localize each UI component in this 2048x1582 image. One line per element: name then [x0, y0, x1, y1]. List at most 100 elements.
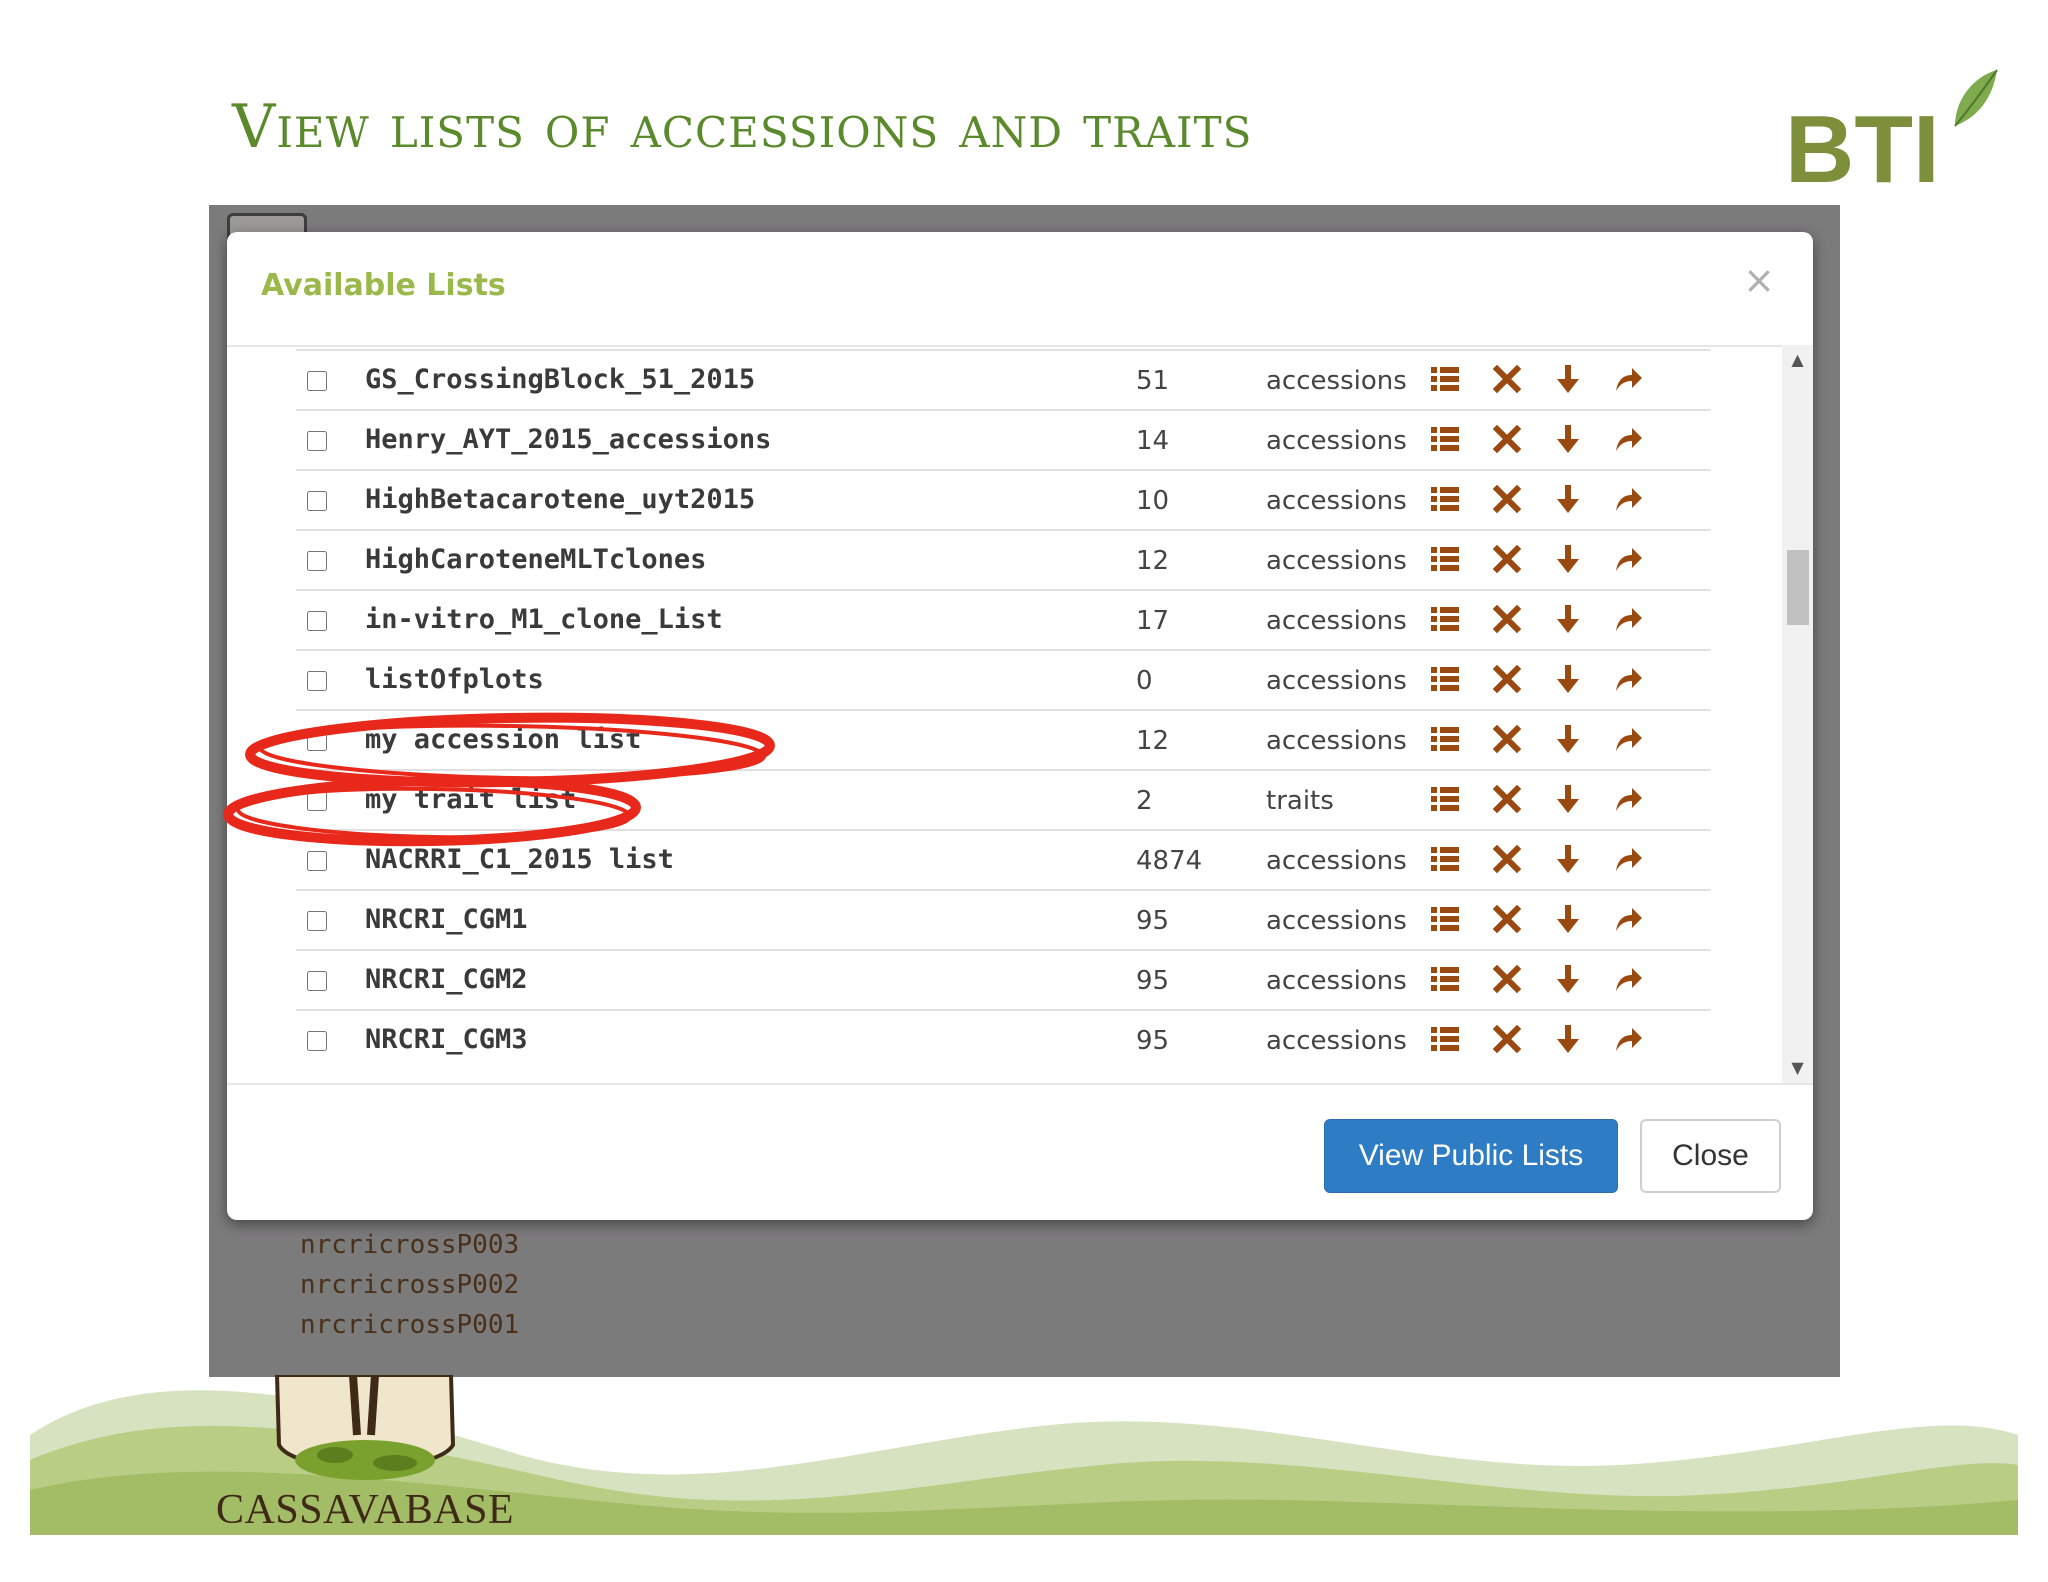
row-checkbox[interactable] — [307, 731, 327, 751]
list-icon[interactable] — [1429, 903, 1461, 935]
download-icon[interactable] — [1552, 483, 1584, 515]
delete-icon[interactable] — [1491, 603, 1523, 635]
delete-icon[interactable] — [1491, 723, 1523, 755]
row-checkbox[interactable] — [307, 671, 327, 691]
download-icon[interactable] — [1552, 783, 1584, 815]
list-name[interactable]: NRCRI_CGM1 — [365, 904, 528, 935]
list-row[interactable]: NRCRI_CGM3 95 accessions — [296, 1009, 1711, 1069]
list-name[interactable]: my accession list — [365, 724, 641, 755]
delete-icon[interactable] — [1491, 483, 1523, 515]
list-icon[interactable] — [1429, 663, 1461, 695]
list-row[interactable]: my trait list 2 traits — [296, 769, 1711, 829]
list-type: accessions — [1266, 486, 1407, 516]
delete-icon[interactable] — [1491, 843, 1523, 875]
row-checkbox[interactable] — [307, 551, 327, 571]
share-icon[interactable] — [1612, 1023, 1644, 1055]
delete-icon[interactable] — [1491, 363, 1523, 395]
list-icon[interactable] — [1429, 783, 1461, 815]
background-item: nrcricrossP002 — [300, 1270, 520, 1300]
row-checkbox[interactable] — [307, 431, 327, 451]
list-type: accessions — [1266, 366, 1407, 396]
download-icon[interactable] — [1552, 843, 1584, 875]
list-icon[interactable] — [1429, 843, 1461, 875]
list-name[interactable]: GS_CrossingBlock_51_2015 — [365, 364, 755, 395]
list-row[interactable]: Henry_AYT_2015_accessions 14 accessions — [296, 409, 1711, 469]
row-checkbox[interactable] — [307, 851, 327, 871]
background-item: nrcricrossP003 — [300, 1230, 520, 1260]
list-icon[interactable] — [1429, 963, 1461, 995]
list-type: accessions — [1266, 906, 1407, 936]
delete-icon[interactable] — [1491, 663, 1523, 695]
download-icon[interactable] — [1552, 723, 1584, 755]
close-icon[interactable]: × — [1743, 258, 1775, 302]
delete-icon[interactable] — [1491, 903, 1523, 935]
list-type: accessions — [1266, 966, 1407, 996]
row-checkbox[interactable] — [307, 1031, 327, 1051]
delete-icon[interactable] — [1491, 1023, 1523, 1055]
list-name[interactable]: HighCaroteneMLTclones — [365, 544, 706, 575]
scrollbar[interactable]: ▲ ▼ — [1782, 345, 1813, 1083]
share-icon[interactable] — [1612, 843, 1644, 875]
modal-footer: View Public Lists Close — [227, 1083, 1813, 1220]
download-icon[interactable] — [1552, 663, 1584, 695]
share-icon[interactable] — [1612, 783, 1644, 815]
list-icon[interactable] — [1429, 363, 1461, 395]
share-icon[interactable] — [1612, 723, 1644, 755]
scroll-up-arrow-icon[interactable]: ▲ — [1782, 345, 1813, 375]
list-name[interactable]: NRCRI_CGM2 — [365, 964, 528, 995]
row-checkbox[interactable] — [307, 371, 327, 391]
share-icon[interactable] — [1612, 603, 1644, 635]
list-row[interactable]: HighCaroteneMLTclones 12 accessions — [296, 529, 1711, 589]
share-icon[interactable] — [1612, 543, 1644, 575]
list-row[interactable]: in-vitro_M1_clone_List 17 accessions — [296, 589, 1711, 649]
list-name[interactable]: in-vitro_M1_clone_List — [365, 604, 723, 635]
list-name[interactable]: my trait list — [365, 784, 576, 815]
list-icon[interactable] — [1429, 603, 1461, 635]
share-icon[interactable] — [1612, 423, 1644, 455]
list-name[interactable]: listOfplots — [365, 664, 544, 695]
row-checkbox[interactable] — [307, 611, 327, 631]
download-icon[interactable] — [1552, 603, 1584, 635]
list-count: 17 — [1136, 606, 1170, 636]
list-icon[interactable] — [1429, 543, 1461, 575]
list-row[interactable]: NRCRI_CGM2 95 accessions — [296, 949, 1711, 1009]
download-icon[interactable] — [1552, 963, 1584, 995]
scroll-thumb[interactable] — [1787, 550, 1809, 625]
delete-icon[interactable] — [1491, 783, 1523, 815]
list-name[interactable]: Henry_AYT_2015_accessions — [365, 424, 771, 455]
share-icon[interactable] — [1612, 663, 1644, 695]
list-icon[interactable] — [1429, 423, 1461, 455]
download-icon[interactable] — [1552, 903, 1584, 935]
list-name[interactable]: NACRRI_C1_2015 list — [365, 844, 674, 875]
list-row[interactable]: listOfplots 0 accessions — [296, 649, 1711, 709]
list-name[interactable]: NRCRI_CGM3 — [365, 1024, 528, 1055]
download-icon[interactable] — [1552, 423, 1584, 455]
download-icon[interactable] — [1552, 1023, 1584, 1055]
list-row[interactable]: my accession list 12 accessions — [296, 709, 1711, 769]
list-icon[interactable] — [1429, 723, 1461, 755]
list-row[interactable]: NACRRI_C1_2015 list 4874 accessions — [296, 829, 1711, 889]
scroll-down-arrow-icon[interactable]: ▼ — [1782, 1053, 1813, 1083]
share-icon[interactable] — [1612, 363, 1644, 395]
list-row[interactable]: NRCRI_CGM1 95 accessions — [296, 889, 1711, 949]
close-button[interactable]: Close — [1640, 1119, 1781, 1193]
row-checkbox[interactable] — [307, 491, 327, 511]
list-row[interactable]: HighBetacarotene_uyt2015 10 accessions — [296, 469, 1711, 529]
row-checkbox[interactable] — [307, 791, 327, 811]
list-row[interactable]: GS_CrossingBlock_51_2015 51 accessions — [296, 349, 1711, 409]
list-icon[interactable] — [1429, 483, 1461, 515]
share-icon[interactable] — [1612, 903, 1644, 935]
list-icon[interactable] — [1429, 1023, 1461, 1055]
row-checkbox[interactable] — [307, 971, 327, 991]
delete-icon[interactable] — [1491, 543, 1523, 575]
share-icon[interactable] — [1612, 483, 1644, 515]
list-count: 95 — [1136, 906, 1170, 936]
download-icon[interactable] — [1552, 363, 1584, 395]
list-name[interactable]: HighBetacarotene_uyt2015 — [365, 484, 755, 515]
share-icon[interactable] — [1612, 963, 1644, 995]
delete-icon[interactable] — [1491, 423, 1523, 455]
row-checkbox[interactable] — [307, 911, 327, 931]
download-icon[interactable] — [1552, 543, 1584, 575]
delete-icon[interactable] — [1491, 963, 1523, 995]
view-public-lists-button[interactable]: View Public Lists — [1324, 1119, 1618, 1193]
